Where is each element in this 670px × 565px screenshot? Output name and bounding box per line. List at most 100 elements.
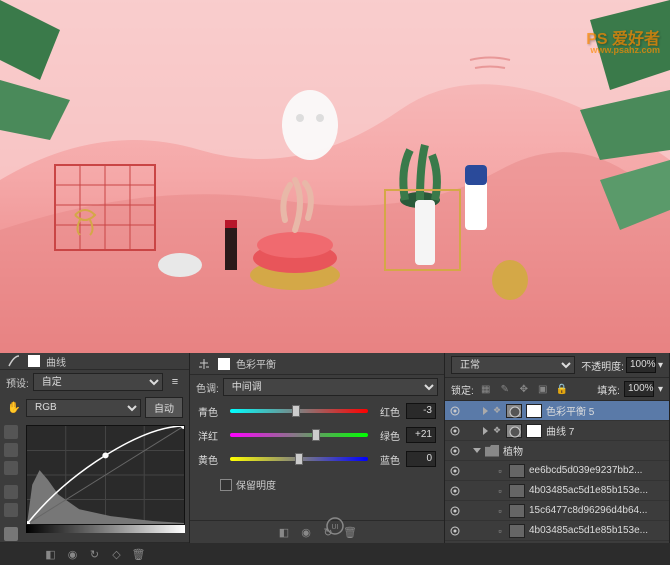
adj-layer-icon[interactable]: ◧ — [43, 546, 59, 562]
layers-top-row: 正常 不透明度: 100% ▾ — [445, 353, 669, 378]
color-slider[interactable] — [230, 409, 368, 413]
lock-transparent-icon[interactable]: ▦ — [478, 381, 494, 397]
curves-graph[interactable] — [26, 425, 185, 525]
lock-all-icon[interactable]: 🔒 — [554, 381, 570, 397]
preset-menu-icon[interactable]: ≡ — [167, 374, 183, 390]
preset-select[interactable]: 自定 — [33, 373, 163, 391]
mask-thumb — [526, 404, 542, 418]
curves-graph-area — [22, 421, 189, 542]
slider-row-2: 黄色 蓝色 0 — [190, 447, 444, 471]
luminosity-row: 保留明度 — [190, 471, 444, 498]
tone-row: 色调: 中间调 — [190, 375, 444, 399]
layer-name: 色彩平衡 5 — [546, 403, 594, 418]
visibility-icon[interactable] — [449, 425, 461, 437]
slider-value[interactable]: +21 — [406, 427, 436, 443]
lock-artboard-icon[interactable]: ▣ — [535, 381, 551, 397]
blend-mode-select[interactable]: 正常 — [451, 356, 575, 374]
slider-left-label: 洋红 — [198, 428, 224, 443]
balance-title: 色彩平衡 — [236, 356, 276, 371]
visibility-icon[interactable] — [449, 405, 461, 417]
layer-row[interactable]: ❖曲线 7 — [445, 421, 669, 441]
layer-thumb — [509, 524, 525, 538]
color-slider[interactable] — [230, 457, 368, 461]
visibility-icon[interactable] — [449, 485, 461, 497]
slider-left-label: 黄色 — [198, 452, 224, 467]
lock-label: 锁定: — [451, 382, 474, 397]
smart-object-icon: ▫ — [495, 506, 505, 516]
opacity-label: 不透明度: — [581, 358, 624, 373]
layer-thumb — [509, 504, 525, 518]
chevron-right-icon[interactable] — [483, 427, 488, 435]
visibility-icon[interactable] — [449, 445, 461, 457]
balance-header: 色彩平衡 — [190, 353, 444, 375]
layer-name: 曲线 7 — [546, 423, 574, 438]
adjustment-thumb — [506, 404, 522, 418]
delete-icon[interactable]: 🗑 — [131, 546, 147, 562]
layer-row[interactable]: 植物 — [445, 441, 669, 461]
tone-select[interactable]: 中间调 — [223, 378, 438, 396]
clip-icon[interactable]: ◇ — [109, 546, 125, 562]
visibility-icon[interactable] — [449, 525, 461, 537]
channel-select[interactable]: RGB — [26, 399, 141, 417]
layer-name: ee6bcd5d039e9237bb2... — [529, 465, 642, 476]
slider-row-0: 青色红色-3 — [190, 399, 444, 423]
layer-row[interactable]: ❖ 色彩平衡 5 — [445, 401, 669, 421]
fill-value[interactable]: 100% — [624, 381, 654, 397]
luminosity-checkbox[interactable] — [220, 479, 232, 491]
adj-layer-icon-2[interactable]: ◧ — [276, 524, 292, 540]
visibility-icon[interactable] — [449, 505, 461, 517]
curve-point-tool-icon[interactable] — [4, 485, 18, 499]
eyedropper-gray-icon[interactable] — [4, 443, 18, 457]
reset-icon[interactable]: ↻ — [87, 546, 103, 562]
curves-bottom-bar: ◧ ◉ ↻ ◇ 🗑 — [0, 542, 189, 565]
slider-right-label: 绿色 — [374, 428, 400, 443]
lock-move-icon[interactable]: ✥ — [516, 381, 532, 397]
mask-icon — [26, 353, 42, 369]
layer-row[interactable]: ▫ 4b03485ac5d1e85b153e... — [445, 521, 669, 541]
center-logo-icon: UI — [325, 516, 345, 539]
layer-row[interactable]: ▫ 15c6477c8d96296d4b64... — [445, 501, 669, 521]
opacity-value[interactable]: 100% — [626, 357, 656, 373]
lock-brush-icon[interactable]: ✎ — [497, 381, 513, 397]
smart-object-icon: ▫ — [495, 486, 505, 496]
layer-list[interactable]: ❖色彩平衡 5❖曲线 7植物▫ee6bcd5d039e9237bb2...▫4b… — [445, 401, 669, 543]
document-canvas[interactable]: PS 爱好者 www.psahz.com — [0, 0, 670, 353]
smart-object-icon: ▫ — [495, 526, 505, 536]
curves-header: 曲线 — [0, 353, 189, 370]
link-icon: ❖ — [492, 405, 502, 416]
visibility-icon[interactable] — [449, 465, 461, 477]
eyedropper-black-icon[interactable] — [4, 425, 18, 439]
auto-button[interactable]: 自动 — [145, 397, 183, 418]
slider-left-label: 青色 — [198, 404, 224, 419]
watermark-url: www.psahz.com — [590, 45, 660, 55]
curves-icon — [6, 353, 22, 369]
chevron-down-icon[interactable] — [473, 448, 481, 453]
chevron-right-icon[interactable] — [483, 407, 488, 415]
layer-name: 4b03485ac5d1e85b153e... — [529, 525, 648, 536]
clip-toggle-icon[interactable] — [4, 527, 18, 541]
color-balance-panel: 色彩平衡 色调: 中间调 青色红色-3洋红绿色+21黄色蓝色0 保留明度 UI … — [190, 353, 445, 543]
hand-icon[interactable]: ✋ — [6, 400, 22, 416]
chevron-down-icon[interactable]: ▾ — [658, 360, 663, 371]
curve-pencil-tool-icon[interactable] — [4, 503, 18, 517]
layer-name: 15c6477c8d96296d4b64... — [529, 505, 647, 516]
slider-right-label: 蓝色 — [374, 452, 400, 467]
chevron-down-icon-2[interactable]: ▾ — [658, 384, 663, 395]
balance-icon — [196, 356, 212, 372]
layer-row[interactable]: ▫ 4b03485ac5d1e85b153e... — [445, 481, 669, 501]
view-prev-icon[interactable]: ◉ — [65, 546, 81, 562]
layer-thumb — [509, 464, 525, 478]
layer-thumb — [509, 484, 525, 498]
slider-row-1: 洋红 绿色 +21 — [190, 423, 444, 447]
panels-container: 曲线 预设: 自定 ≡ ✋ RGB 自动 — [0, 353, 670, 543]
color-slider[interactable] — [230, 433, 368, 437]
mask-thumb — [526, 424, 542, 438]
slider-value[interactable]: -3 — [406, 403, 436, 419]
layer-name: 4b03485ac5d1e85b153e... — [529, 485, 648, 496]
view-prev-icon-2[interactable]: ◉ — [298, 524, 314, 540]
luminosity-label: 保留明度 — [236, 477, 276, 492]
layer-row[interactable]: ▫ee6bcd5d039e9237bb2... — [445, 461, 669, 481]
curves-tools — [0, 421, 22, 542]
eyedropper-white-icon[interactable] — [4, 461, 18, 475]
slider-value[interactable]: 0 — [406, 451, 436, 467]
